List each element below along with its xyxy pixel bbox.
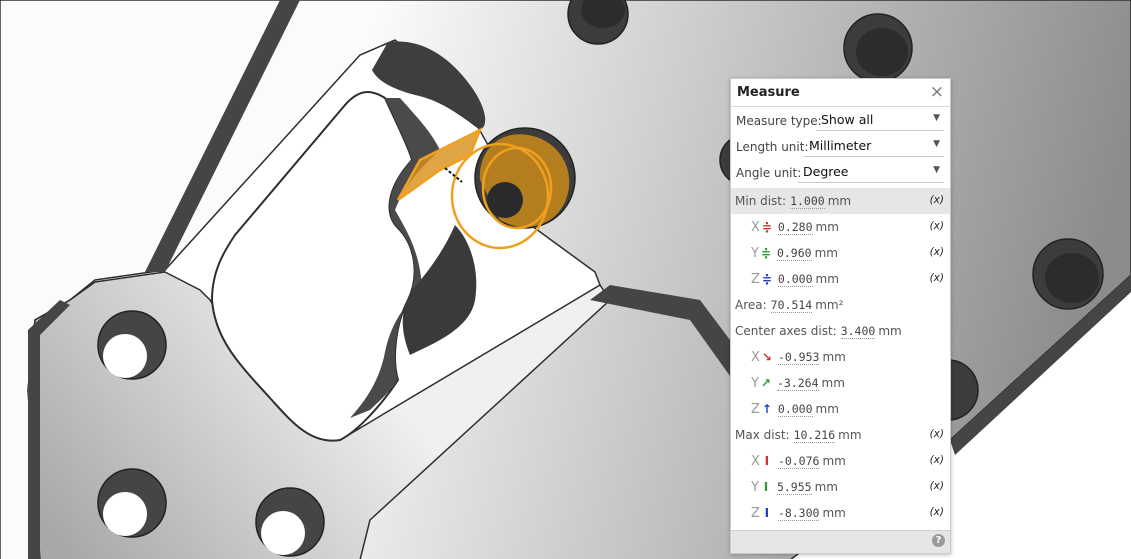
area-unit: mm² (815, 298, 844, 312)
measure-type-select[interactable]: Show all ▼ (816, 109, 944, 131)
axis-y-letter: Y (751, 480, 759, 495)
min-dist-x-row: X ≑ 0.280 mm (x) (731, 214, 950, 240)
max-dist-label: Max dist: (735, 428, 790, 442)
min-dist-label: Min dist: (735, 194, 787, 208)
measure-panel: Measure × Measure type: Show all ▼ Lengt… (730, 78, 951, 554)
length-unit-row: Length unit: Millimeter ▼ (731, 133, 950, 159)
hole-lug-2[interactable] (97, 468, 167, 538)
max-dist-z-row: Z I -8.300 mm (x) (731, 500, 950, 526)
max-dist-y-value[interactable]: 5.955 (776, 480, 812, 495)
center-axes-z-row: Z ↑ 0.000 mm (731, 396, 950, 422)
center-axes-x-unit: mm (822, 350, 846, 364)
area-label: Area: (735, 298, 767, 312)
max-dist-unit: mm (838, 428, 862, 442)
y-direction-arrow-icon: ↗ (760, 376, 771, 390)
min-dist-z-row: Z ≑ 0.000 mm (x) (731, 266, 950, 292)
min-dist-x-unit: mm (815, 220, 839, 234)
max-dist-z-unit: mm (822, 506, 846, 520)
min-dist-y-unit: mm (814, 246, 838, 260)
chevron-down-icon: ▼ (933, 139, 940, 149)
min-dist-z-value[interactable]: 0.000 (777, 272, 813, 287)
axis-x-letter: X (751, 454, 760, 469)
min-dist-row[interactable]: Min dist: 1.000 mm (x) (731, 188, 950, 214)
pocket-inner-wall-lower (402, 225, 477, 355)
max-dist-x-value[interactable]: -0.076 (777, 454, 820, 469)
axis-z-letter: Z (751, 506, 760, 521)
z-direction-arrow-icon: ↑ (761, 402, 772, 416)
variable-icon[interactable]: (x) (930, 480, 944, 492)
3d-viewport[interactable] (0, 0, 1131, 559)
angle-unit-label: Angle unit: (736, 166, 802, 180)
center-axes-dist-value[interactable]: 3.400 (840, 324, 876, 339)
min-dist-unit: mm (827, 194, 852, 208)
chevron-down-icon: ▼ (933, 113, 940, 123)
area-row: Area: 70.514 mm² (731, 292, 950, 318)
max-dist-x-unit: mm (822, 454, 846, 468)
angle-unit-select[interactable]: Degree ▼ (798, 161, 944, 183)
max-dist-y-row: Y I 5.955 mm (x) (731, 474, 950, 500)
axis-y-letter: Y (751, 376, 759, 391)
axis-z-letter: Z (751, 402, 760, 417)
axis-x-letter: X (751, 350, 760, 365)
hole-right-1[interactable] (1032, 238, 1104, 310)
center-axes-y-value[interactable]: -3.264 (776, 376, 819, 391)
variable-icon[interactable]: (x) (930, 272, 944, 284)
measure-panel-header: Measure × (731, 79, 950, 107)
variable-icon[interactable]: (x) (930, 220, 944, 232)
center-axes-x-value[interactable]: -0.953 (777, 350, 820, 365)
axis-y-letter: Y (751, 246, 759, 261)
center-axes-dist-label: Center axes dist: (735, 324, 837, 338)
axis-x-letter: X (751, 220, 760, 235)
min-dist-y-row: Y ≑ 0.960 mm (x) (731, 240, 950, 266)
max-dist-y-unit: mm (814, 480, 838, 494)
help-icon[interactable]: ? (932, 534, 945, 547)
measure-type-row: Measure type: Show all ▼ (731, 107, 950, 133)
center-axes-dist-row: Center axes dist: 3.400 mm (731, 318, 950, 344)
max-dist-x-row: X I -0.076 mm (x) (731, 448, 950, 474)
length-unit-label: Length unit: (736, 140, 809, 154)
variable-icon[interactable]: (x) (930, 246, 944, 258)
center-axes-z-value[interactable]: 0.000 (777, 402, 813, 417)
y-span-icon: I (763, 480, 769, 494)
z-span-icon: I (764, 506, 770, 520)
axis-z-letter: Z (751, 272, 760, 287)
max-dist-z-value[interactable]: -8.300 (777, 506, 820, 521)
measure-panel-title: Measure (737, 85, 800, 100)
hole-lug-3[interactable] (255, 487, 325, 557)
angle-unit-value: Degree (803, 164, 849, 179)
max-dist-value[interactable]: 10.216 (793, 428, 836, 443)
hole-lug-1[interactable] (97, 310, 167, 380)
variable-icon[interactable]: (x) (930, 454, 944, 466)
center-axes-z-unit: mm (815, 402, 839, 416)
measure-type-value: Show all (821, 112, 874, 127)
x-direction-arrow-icon: ↘ (761, 350, 772, 364)
x-offset-arrows-icon: ≑ (761, 220, 772, 234)
center-axes-x-row: X ↘ -0.953 mm (731, 344, 950, 370)
close-icon[interactable]: × (930, 82, 944, 102)
measure-panel-footer: ? (731, 530, 950, 553)
area-value[interactable]: 70.514 (770, 298, 813, 313)
y-offset-arrows-icon: ≑ (760, 246, 771, 260)
center-axes-y-row: Y ↗ -3.264 mm (731, 370, 950, 396)
center-axes-dist-unit: mm (878, 324, 902, 338)
hole-top-2[interactable] (843, 13, 913, 83)
min-dist-y-value[interactable]: 0.960 (776, 246, 812, 261)
length-unit-select[interactable]: Millimeter ▼ (804, 135, 944, 157)
length-unit-value: Millimeter (809, 138, 872, 153)
min-dist-value[interactable]: 1.000 (790, 194, 825, 209)
chevron-down-icon: ▼ (933, 165, 940, 175)
min-dist-z-unit: mm (815, 272, 839, 286)
min-dist-x-value[interactable]: 0.280 (777, 220, 813, 235)
z-offset-arrows-icon: ≑ (761, 272, 772, 286)
center-axes-y-unit: mm (821, 376, 845, 390)
x-span-icon: I (764, 454, 770, 468)
variable-icon[interactable]: (x) (930, 506, 944, 518)
variable-icon[interactable]: (x) (930, 194, 944, 206)
max-dist-row: Max dist: 10.216 mm (x) (731, 422, 950, 448)
measure-type-label: Measure type: (736, 114, 822, 128)
angle-unit-row: Angle unit: Degree ▼ (731, 159, 950, 185)
variable-icon[interactable]: (x) (930, 428, 944, 440)
